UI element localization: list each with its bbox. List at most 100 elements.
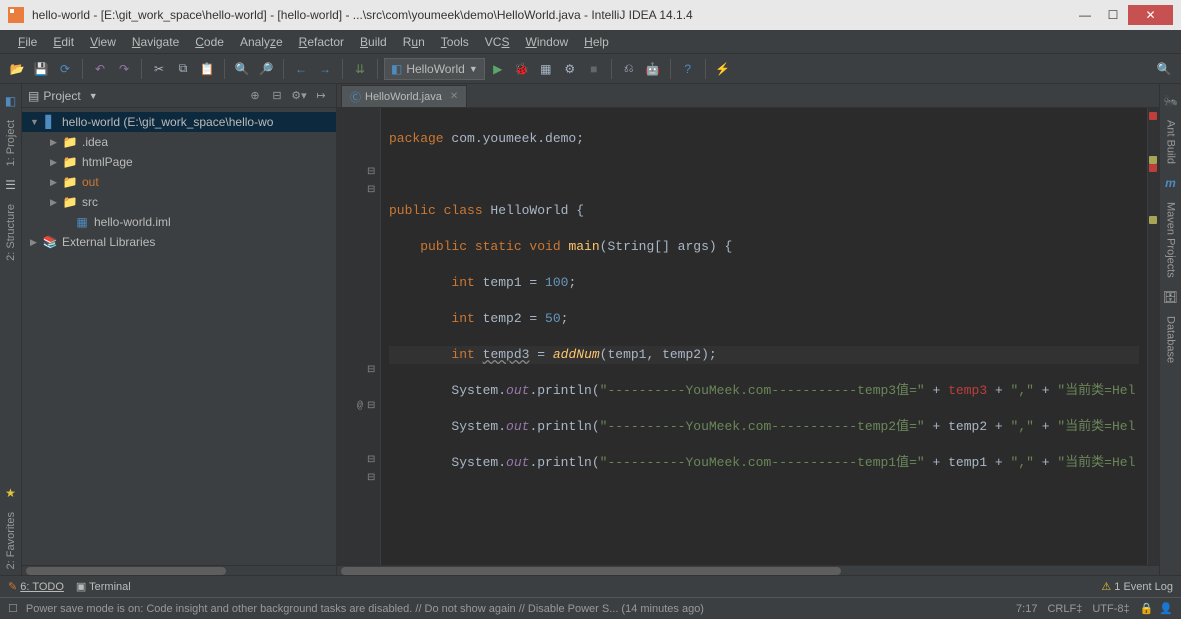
- save-button[interactable]: 💾: [30, 58, 52, 80]
- android-button[interactable]: 🤖: [642, 58, 664, 80]
- menu-tools[interactable]: Tools: [433, 33, 477, 51]
- status-icon[interactable]: ☐: [8, 602, 18, 615]
- error-stripe[interactable]: [1147, 108, 1159, 565]
- close-icon[interactable]: ✕: [450, 91, 458, 102]
- menu-refactor[interactable]: Refactor: [291, 33, 352, 51]
- vtab-favorites[interactable]: 2: Favorites: [3, 506, 19, 575]
- code-area[interactable]: ⊟ ⊟ ⊟ @ ⊟ ⊟ ⊟ package com.youmeek.demo; …: [337, 108, 1159, 565]
- sync-button[interactable]: ⟳: [54, 58, 76, 80]
- override-icon[interactable]: @: [357, 398, 363, 416]
- collapse-button[interactable]: ⊟: [268, 87, 286, 105]
- menu-window[interactable]: Window: [517, 33, 576, 51]
- warning-marker[interactable]: [1149, 156, 1157, 164]
- editor: Ⓒ HelloWorld.java ✕ ⊟ ⊟ ⊟ @ ⊟ ⊟ ⊟ packag…: [337, 84, 1159, 575]
- database-icon[interactable]: 🗄: [1163, 290, 1178, 304]
- chevron-down-icon[interactable]: ▼: [89, 91, 98, 101]
- caret-position[interactable]: 7:17: [1016, 603, 1037, 615]
- tree-root[interactable]: ▼ ▋ hello-world (E:\git_work_space\hello…: [22, 112, 336, 132]
- menu-run[interactable]: Run: [395, 33, 433, 51]
- menu-navigate[interactable]: Navigate: [124, 33, 187, 51]
- copy-button[interactable]: ⧉: [172, 58, 194, 80]
- menu-build[interactable]: Build: [352, 33, 395, 51]
- paste-button[interactable]: 📋: [196, 58, 218, 80]
- menu-code[interactable]: Code: [187, 33, 232, 51]
- event-log-tool[interactable]: ⚠ 1 Event Log: [1101, 580, 1173, 593]
- fold-icon[interactable]: ⊟: [367, 362, 375, 380]
- tree-item-idea[interactable]: ▶📁.idea: [22, 132, 336, 152]
- favorites-tool-icon[interactable]: ★: [5, 486, 16, 500]
- menu-view[interactable]: View: [82, 33, 124, 51]
- error-marker[interactable]: [1149, 112, 1157, 120]
- scroll-to-button[interactable]: ⊕: [246, 87, 264, 105]
- tab-helloworld[interactable]: Ⓒ HelloWorld.java ✕: [341, 85, 467, 107]
- encoding[interactable]: UTF-8‡: [1092, 603, 1129, 615]
- line-separator[interactable]: CRLF‡: [1047, 603, 1082, 615]
- project-hscroll[interactable]: [22, 565, 336, 575]
- app-logo: [8, 7, 24, 23]
- redo-button[interactable]: ↷: [113, 58, 135, 80]
- tree-item-src[interactable]: ▶📁src: [22, 192, 336, 212]
- menu-edit[interactable]: Edit: [45, 33, 82, 51]
- run-config-select[interactable]: ◧ HelloWorld ▼: [384, 58, 485, 80]
- menu-help[interactable]: Help: [576, 33, 617, 51]
- tree-external-libs[interactable]: ▶📚External Libraries: [22, 232, 336, 252]
- menu-vcs[interactable]: VCS: [477, 33, 518, 51]
- maven-icon[interactable]: m: [1165, 176, 1176, 190]
- module-icon: ▋: [42, 115, 58, 129]
- lock-icon[interactable]: 🔒: [1140, 602, 1154, 615]
- error-marker[interactable]: [1149, 164, 1157, 172]
- vtab-ant[interactable]: Ant Build: [1163, 114, 1179, 170]
- stop-button[interactable]: ■: [583, 58, 605, 80]
- chevron-down-icon: ▼: [469, 64, 478, 74]
- warning-marker[interactable]: [1149, 216, 1157, 224]
- project-tool-icon[interactable]: ◧: [5, 94, 16, 108]
- close-button[interactable]: ✕: [1128, 5, 1173, 25]
- vtab-maven[interactable]: Maven Projects: [1163, 196, 1179, 284]
- forward-button[interactable]: →: [314, 58, 336, 80]
- profile-button[interactable]: ⚙: [559, 58, 581, 80]
- search-everywhere-button[interactable]: 🔍: [1153, 58, 1175, 80]
- vtab-database[interactable]: Database: [1163, 310, 1179, 369]
- menu-file[interactable]: File: [10, 33, 45, 51]
- tree-item-out[interactable]: ▶📁out: [22, 172, 336, 192]
- todo-tool[interactable]: ✎ 6: TODO: [8, 580, 64, 593]
- ant-icon[interactable]: 🐜: [1163, 94, 1178, 108]
- fold-icon[interactable]: ⊟: [367, 182, 375, 200]
- coverage-button[interactable]: ▦: [535, 58, 557, 80]
- terminal-tool[interactable]: ▣ Terminal: [76, 580, 131, 593]
- fold-icon[interactable]: ⊟: [367, 470, 375, 488]
- build-button[interactable]: ⇊: [349, 58, 371, 80]
- code-body[interactable]: package com.youmeek.demo; public class H…: [381, 108, 1147, 565]
- replace-button[interactable]: 🔎: [255, 58, 277, 80]
- vcs-button[interactable]: ⎌: [618, 58, 640, 80]
- maximize-button[interactable]: ☐: [1100, 5, 1126, 25]
- structure-tool-icon[interactable]: ☰: [5, 178, 16, 192]
- tree-root-label: hello-world (E:\git_work_space\hello-wo: [62, 115, 273, 129]
- find-button[interactable]: 🔍: [231, 58, 253, 80]
- project-header-label: Project: [43, 89, 80, 103]
- editor-hscroll[interactable]: [337, 565, 1159, 575]
- vtab-structure[interactable]: 2: Structure: [3, 198, 19, 267]
- toolbar: 📂 💾 ⟳ ↶ ↷ ✂ ⧉ 📋 🔍 🔎 ← → ⇊ ◧ HelloWorld ▼…: [0, 54, 1181, 84]
- editor-tabs: Ⓒ HelloWorld.java ✕: [337, 84, 1159, 108]
- back-button[interactable]: ←: [290, 58, 312, 80]
- menu-analyze[interactable]: Analyze: [232, 33, 291, 51]
- tree-item-htmlpage[interactable]: ▶📁htmlPage: [22, 152, 336, 172]
- fold-icon[interactable]: ⊟: [367, 398, 375, 416]
- hector-icon[interactable]: 👤: [1159, 602, 1173, 615]
- open-button[interactable]: 📂: [6, 58, 28, 80]
- debug-button[interactable]: 🐞: [511, 58, 533, 80]
- cut-button[interactable]: ✂: [148, 58, 170, 80]
- extra-button[interactable]: ⚡: [712, 58, 734, 80]
- hide-button[interactable]: ↦: [312, 87, 330, 105]
- settings-button[interactable]: ⚙▾: [290, 87, 308, 105]
- minimize-button[interactable]: —: [1072, 5, 1098, 25]
- run-button[interactable]: ▶: [487, 58, 509, 80]
- tree-item-iml[interactable]: ▦hello-world.iml: [22, 212, 336, 232]
- vtab-project[interactable]: 1: Project: [3, 114, 19, 172]
- fold-icon[interactable]: ⊟: [367, 164, 375, 182]
- help-button[interactable]: ?: [677, 58, 699, 80]
- undo-button[interactable]: ↶: [89, 58, 111, 80]
- fold-icon[interactable]: ⊟: [367, 452, 375, 470]
- project-tree: ▼ ▋ hello-world (E:\git_work_space\hello…: [22, 108, 336, 565]
